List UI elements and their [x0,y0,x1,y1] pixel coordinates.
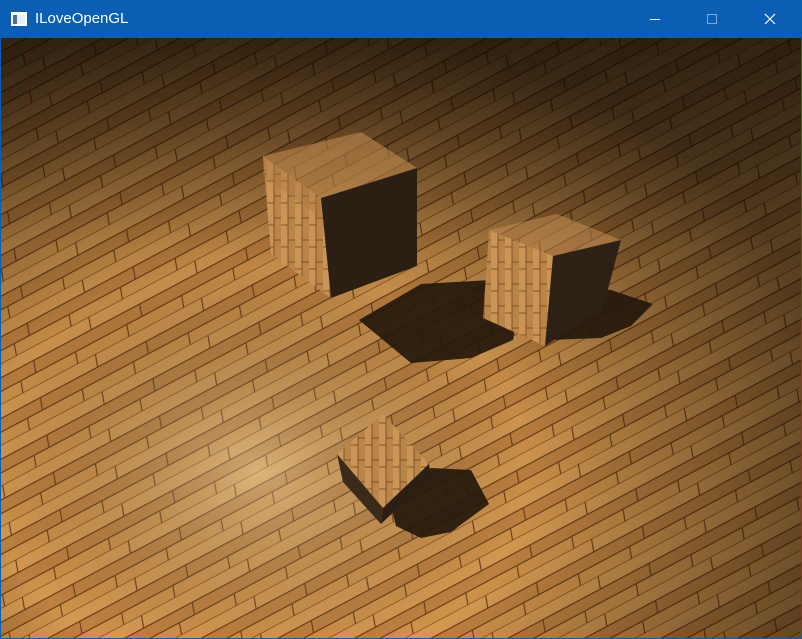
minimize-button[interactable] [632,0,678,38]
rendered-scene [1,38,801,638]
close-icon [764,13,776,25]
title-bar[interactable]: ILoveOpenGL [0,0,802,38]
close-button[interactable] [747,0,793,38]
maximize-button[interactable] [689,0,735,38]
maximize-icon [706,13,718,25]
minimize-icon [649,13,661,25]
app-window: ILoveOpenGL [0,0,802,639]
window-title: ILoveOpenGL [35,10,129,27]
app-window-icon [11,11,27,26]
opengl-viewport[interactable] [1,38,801,638]
